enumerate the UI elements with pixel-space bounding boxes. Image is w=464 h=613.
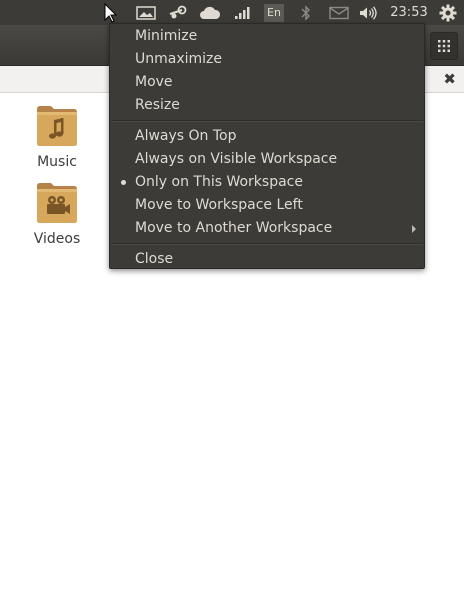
folder-item-music[interactable]: Music bbox=[25, 103, 89, 170]
menu-item-unmaximize[interactable]: Unmaximize bbox=[110, 48, 424, 71]
grid-icon bbox=[438, 40, 450, 52]
steam-icon[interactable] bbox=[166, 0, 190, 25]
app-grid-button[interactable] bbox=[430, 32, 458, 60]
clock[interactable]: 23:53 bbox=[388, 0, 430, 25]
keyboard-layout-icon[interactable]: En bbox=[263, 0, 285, 25]
keyboard-layout-label: En bbox=[264, 3, 284, 22]
menu-item-always-on-top[interactable]: Always On Top bbox=[110, 125, 424, 148]
menu-item-label: Only on This Workspace bbox=[135, 174, 303, 190]
folder-label: Videos bbox=[33, 231, 81, 247]
radio-selected-icon bbox=[121, 180, 126, 185]
pointer-cursor-icon bbox=[103, 0, 119, 25]
bluetooth-icon[interactable] bbox=[296, 0, 316, 25]
close-icon[interactable]: ✖ bbox=[443, 70, 456, 88]
photo-app-icon[interactable] bbox=[134, 0, 158, 25]
menu-item-move[interactable]: Move bbox=[110, 71, 424, 94]
menu-item-label: Move to Another Workspace bbox=[135, 220, 333, 236]
menu-item-move-to-another-workspace[interactable]: Move to Another Workspace bbox=[110, 217, 424, 240]
menu-item-move-to-workspace-left[interactable]: Move to Workspace Left bbox=[110, 194, 424, 217]
music-folder-icon bbox=[37, 106, 77, 146]
window-menu: Minimize Unmaximize Move Resize Always O… bbox=[109, 23, 425, 269]
videos-folder-icon bbox=[37, 183, 77, 223]
mail-icon[interactable] bbox=[327, 0, 351, 25]
volume-icon[interactable] bbox=[357, 0, 381, 25]
menu-separator bbox=[111, 243, 423, 245]
cloud-icon[interactable] bbox=[198, 0, 222, 25]
submenu-arrow-icon bbox=[412, 225, 416, 233]
menu-item-close[interactable]: Close bbox=[110, 248, 424, 271]
network-signal-icon[interactable] bbox=[231, 0, 253, 25]
settings-gear-icon[interactable] bbox=[436, 0, 460, 25]
folder-item-videos[interactable]: Videos bbox=[25, 180, 89, 247]
menu-item-always-on-visible-workspace[interactable]: Always on Visible Workspace bbox=[110, 148, 424, 171]
folder-label: Music bbox=[37, 154, 77, 170]
menu-item-minimize[interactable]: Minimize bbox=[110, 25, 424, 48]
menu-separator bbox=[111, 120, 423, 122]
menu-item-only-on-this-workspace[interactable]: Only on This Workspace bbox=[110, 171, 424, 194]
top-panel: En 23:53 bbox=[0, 0, 464, 25]
menu-item-resize[interactable]: Resize bbox=[110, 94, 424, 117]
